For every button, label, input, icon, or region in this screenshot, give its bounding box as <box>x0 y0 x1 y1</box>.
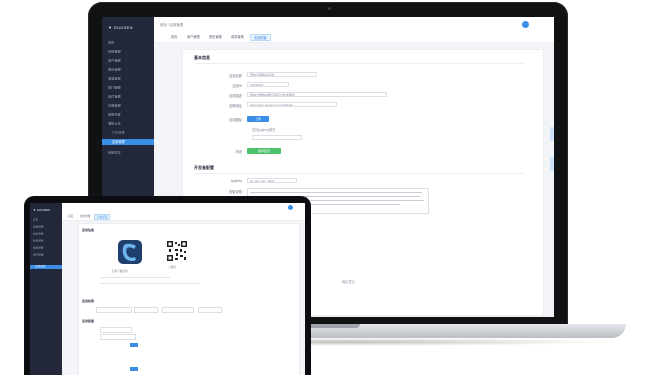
field-label: 应用ID <box>232 84 242 88</box>
tab[interactable]: 菜单管理 <box>228 34 247 39</box>
sidebar-item[interactable]: 首页 <box>33 218 61 221</box>
config-input[interactable] <box>100 334 136 340</box>
tab-active[interactable]: 应用配置 <box>250 34 271 41</box>
sidebar-item[interactable]: 部门管理 <box>108 85 148 89</box>
permission-select[interactable] <box>162 307 194 313</box>
upload-button[interactable]: 上传 <box>247 116 269 122</box>
sidebar-item-active[interactable]: 应用管理 <box>102 139 154 145</box>
field-label: 应用图标 <box>229 118 242 122</box>
scroll-handle[interactable] <box>550 157 554 171</box>
sidebar-item[interactable]: 用户管理 <box>33 232 61 235</box>
tab[interactable]: 用户管理 <box>184 34 203 39</box>
section-title: 基本信息 <box>194 55 210 60</box>
app-desc-input[interactable]: 国信证券移动端应用平台集成服务 <box>247 92 387 97</box>
sidebar-item[interactable]: 首页 <box>108 40 148 44</box>
field-label: 回调地址 <box>229 104 242 108</box>
section-title: 开发者配置 <box>194 165 214 170</box>
divider <box>100 277 170 278</box>
sidebar-item[interactable]: 岗位管理 <box>108 94 148 98</box>
top-bar <box>154 17 554 32</box>
sidebar-item[interactable]: 部门管理 <box>33 253 61 256</box>
sidebar-item[interactable]: 菜单管理 <box>108 76 148 80</box>
section-title: 应用信息 <box>82 228 95 232</box>
sidebar-subitem[interactable]: 日志管理 <box>112 130 152 134</box>
content-card <box>78 223 300 375</box>
divider <box>100 283 200 284</box>
permission-select[interactable] <box>134 307 158 313</box>
field-label: AppKey <box>230 179 242 183</box>
permission-select[interactable] <box>198 307 222 313</box>
divider <box>194 63 524 64</box>
sidebar-item[interactable]: 通知公告 <box>108 121 148 125</box>
callback-input[interactable]: https://app.guosen.com/callback <box>247 102 337 107</box>
submit-button[interactable] <box>130 343 138 347</box>
submit-button[interactable] <box>130 367 138 371</box>
sidebar-item[interactable]: 系统监控 <box>108 150 148 154</box>
field-label: 状态 <box>235 150 242 154</box>
logo: ▼ GUOSEN <box>108 25 133 30</box>
app-id-input[interactable]: 10000001 <box>247 82 289 87</box>
upload-hint: 支持jpg/png格式 <box>252 128 276 132</box>
upload-file-input[interactable] <box>252 135 302 140</box>
sidebar-item[interactable]: 菜单管理 <box>33 246 61 249</box>
sidebar-item[interactable]: 角色管理 <box>108 67 148 71</box>
tab[interactable]: 首页 <box>168 34 180 39</box>
avatar[interactable] <box>288 205 293 210</box>
app-logo <box>118 240 142 264</box>
app-name-input[interactable]: 国信证券移动应用 <box>247 72 317 77</box>
avatar[interactable] <box>522 21 529 28</box>
section-title: 应用配置 <box>82 319 95 323</box>
qr-label: 二维码 <box>168 266 176 269</box>
sidebar-item[interactable]: 角色管理 <box>33 239 61 242</box>
divider <box>194 173 524 174</box>
textarea-line <box>250 192 422 193</box>
scroll-handle[interactable] <box>550 127 554 141</box>
config-input[interactable] <box>100 327 132 333</box>
field-label: 应用名称 <box>229 74 242 78</box>
field-label: 配置说明 <box>229 190 242 194</box>
sidebar-item[interactable]: 用户管理 <box>108 58 148 62</box>
camera-icon <box>328 7 331 10</box>
save-button[interactable]: 保存配置 <box>247 148 281 154</box>
field-label: 应用描述 <box>229 94 242 98</box>
sidebar-item[interactable]: 系统管理 <box>33 225 61 228</box>
sidebar-item[interactable]: 字典管理 <box>108 103 148 107</box>
sidebar-item[interactable]: 系统管理 <box>108 49 148 53</box>
tab[interactable]: 用户管理 <box>78 214 92 218</box>
footer-hint: 确定提交 <box>342 280 355 284</box>
sidebar-item[interactable]: 参数设置 <box>108 112 148 116</box>
qr-code-icon <box>166 240 188 262</box>
logo: ▼ GUOSEN <box>33 208 50 212</box>
tab[interactable]: 角色管理 <box>206 34 225 39</box>
app-caption: 扫码下载应用 <box>112 270 128 273</box>
sidebar: ▼ GUOSEN 首页 系统管理 用户管理 角色管理 菜单管理 部门管理 应用管… <box>30 203 62 375</box>
permission-select[interactable] <box>96 307 132 313</box>
breadcrumb: 首页 / 应用管理 <box>160 23 184 27</box>
monitor-screen: ▼ GUOSEN 首页 系统管理 用户管理 角色管理 菜单管理 部门管理 应用管… <box>30 203 305 375</box>
tab[interactable]: 首页 <box>66 214 75 218</box>
section-title: 应用权限 <box>82 299 95 303</box>
sidebar-item-active[interactable]: 应用管理 <box>30 265 62 269</box>
appkey-input[interactable]: gs_app_key_0001 <box>247 178 297 183</box>
tab-active[interactable]: 应用配置 <box>94 214 111 220</box>
